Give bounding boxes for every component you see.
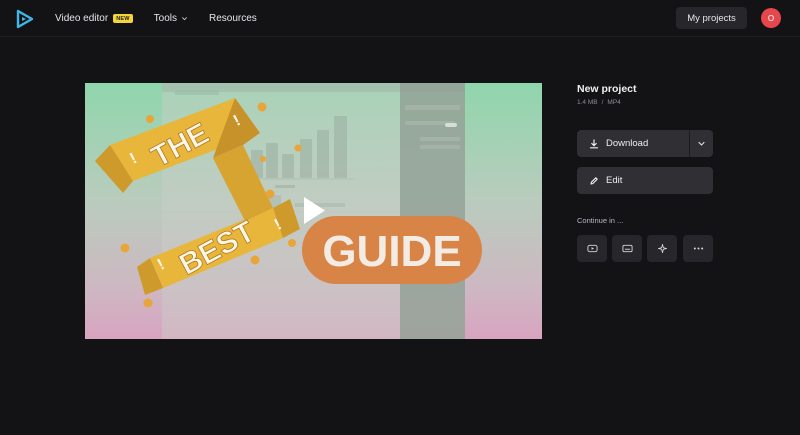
continue-youtube-button[interactable]: [577, 235, 607, 262]
project-title: New project: [577, 83, 637, 95]
chevron-down-icon: [698, 141, 705, 146]
continue-subtitles-button[interactable]: [612, 235, 642, 262]
edit-button[interactable]: Edit: [577, 167, 713, 194]
continue-in-label: Continue in ...: [577, 216, 624, 225]
download-button[interactable]: Download: [577, 130, 713, 157]
nav-resources[interactable]: Resources: [209, 13, 257, 24]
new-badge: NEW: [113, 14, 133, 23]
nav-tools[interactable]: Tools: [154, 13, 188, 24]
nav-video-editor-label: Video editor: [55, 13, 109, 24]
edit-label: Edit: [606, 175, 623, 186]
magic-sparkle-icon: [657, 243, 667, 254]
chevron-down-icon: [182, 17, 187, 21]
top-bar: Video editor NEW Tools Resources My proj…: [0, 0, 800, 37]
youtube-icon: [586, 244, 598, 253]
subtitles-icon: [621, 244, 633, 253]
download-options-toggle[interactable]: [689, 130, 713, 157]
pencil-icon: [590, 176, 598, 185]
guide-text: GUIDE: [322, 227, 461, 276]
my-projects-button[interactable]: My projects: [676, 7, 747, 29]
nav-video-editor[interactable]: Video editor NEW: [55, 13, 133, 24]
guide-pill: GUIDE: [302, 216, 482, 284]
more-icon: [693, 247, 703, 250]
nav-tools-label: Tools: [153, 13, 177, 24]
more-button[interactable]: [683, 235, 713, 262]
file-format: MP4: [607, 99, 621, 106]
download-label: Download: [606, 138, 649, 149]
main-nav: Video editor NEW Tools Resources: [55, 0, 257, 37]
video-preview[interactable]: THE BEST ! ! ! ! GUIDE: [85, 83, 542, 339]
continue-magic-button[interactable]: [647, 235, 677, 262]
video-thumbnail: THE BEST ! ! ! ! GUIDE: [95, 83, 482, 339]
play-logo-icon[interactable]: [15, 9, 35, 29]
meta-separator: /: [601, 99, 604, 106]
project-meta: 1.4 MB / MP4: [577, 99, 621, 106]
nav-resources-label: Resources: [209, 13, 257, 24]
file-size: 1.4 MB: [577, 99, 598, 106]
avatar[interactable]: O: [761, 8, 781, 28]
download-icon: [589, 138, 599, 148]
